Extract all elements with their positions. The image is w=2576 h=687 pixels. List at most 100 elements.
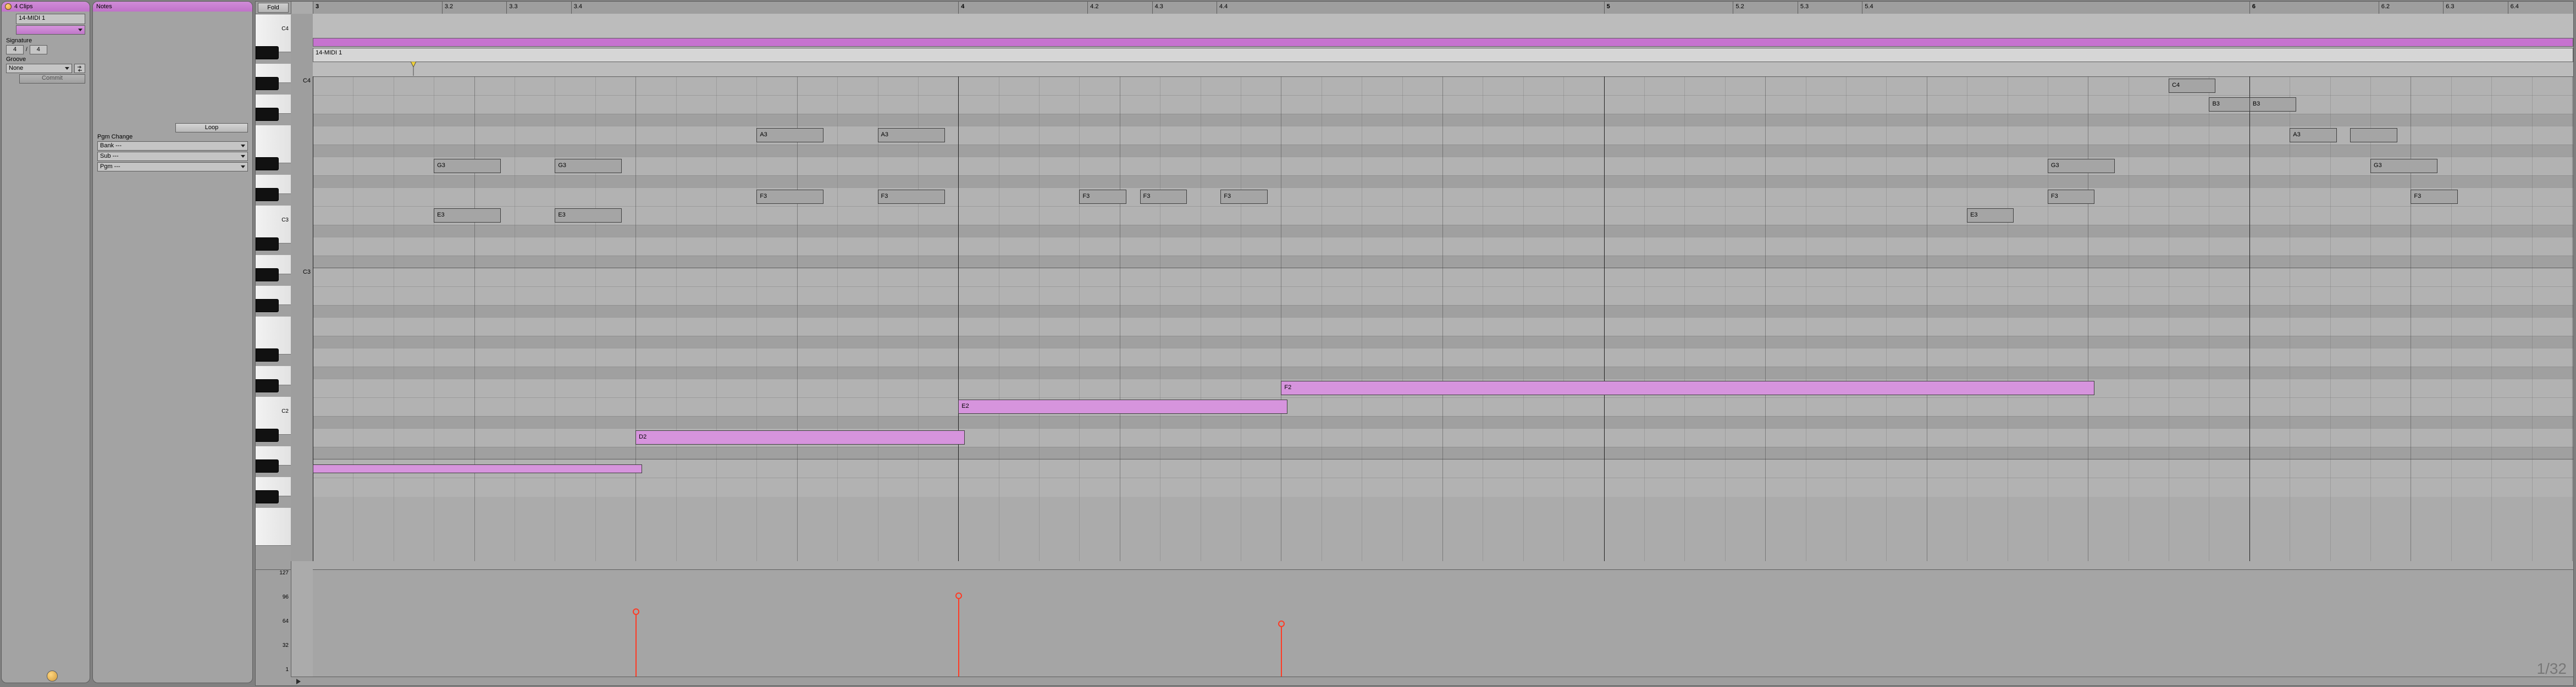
help-icon[interactable]: [47, 671, 58, 682]
pitch-row: [313, 76, 2573, 96]
piano-black-key[interactable]: [256, 188, 279, 201]
clip-color-dropdown[interactable]: [16, 25, 85, 35]
gridline: [837, 76, 838, 561]
midi-note[interactable]: G3: [555, 159, 622, 173]
midi-note[interactable]: E3: [555, 208, 622, 223]
midi-note[interactable]: F3: [878, 190, 945, 204]
play-marker-icon: [410, 62, 417, 76]
piano-black-key[interactable]: [256, 348, 279, 362]
pitch-row: [313, 348, 2573, 367]
pgm-dropdown[interactable]: Pgm ---: [97, 162, 248, 171]
velocity-handle[interactable]: [955, 592, 962, 599]
pitch-row: [313, 459, 2573, 478]
piano-white-key[interactable]: [256, 317, 291, 336]
piano-black-key[interactable]: [256, 299, 279, 312]
ruler-tick-major: 4: [958, 2, 966, 14]
midi-note[interactable]: C4: [2169, 79, 2215, 93]
hot-swap-button[interactable]: [74, 64, 85, 73]
gridline: [2491, 76, 2492, 561]
gridline: [1563, 76, 1564, 561]
loop-button[interactable]: Loop: [175, 123, 248, 132]
play-marker[interactable]: [410, 62, 417, 76]
midi-note[interactable]: D2: [635, 430, 965, 445]
midi-note[interactable]: E2: [958, 400, 1287, 414]
note-grid[interactable]: C4B3B3A3A3A3G3G3G3G3F3F3F3F3F3F3F3E3E3E3…: [313, 76, 2573, 561]
timeline-ruler[interactable]: 34563.23.33.44.24.34.45.25.35.46.26.36.4: [313, 2, 2573, 14]
piano-black-key[interactable]: [256, 268, 279, 281]
pitch-row: [313, 157, 2573, 176]
loop-brace[interactable]: [313, 38, 2573, 47]
notes-panel-header[interactable]: Notes: [93, 2, 252, 12]
sub-dropdown[interactable]: Sub ---: [97, 152, 248, 161]
midi-note[interactable]: F2: [1281, 381, 2094, 395]
piano-key-label: C2: [281, 408, 289, 414]
clip-panel-header[interactable]: 4 Clips: [2, 2, 90, 12]
piano-roll-keyboard[interactable]: C4 C3 C2: [256, 14, 291, 561]
midi-note[interactable]: G3: [434, 159, 501, 173]
pitch-row: [313, 416, 2573, 429]
piano-black-key[interactable]: [256, 157, 279, 170]
play-icon[interactable]: [296, 679, 301, 684]
piano-white-key[interactable]: C3: [256, 206, 291, 225]
commit-button[interactable]: Commit: [19, 74, 85, 84]
midi-note[interactable]: F3: [1079, 190, 1126, 204]
velocity-handle[interactable]: [1278, 620, 1285, 627]
groove-dropdown[interactable]: None: [6, 64, 72, 73]
midi-note[interactable]: F3: [2411, 190, 2457, 204]
piano-black-key[interactable]: [256, 459, 279, 473]
midi-note[interactable]: A3: [878, 128, 945, 142]
piano-black-key[interactable]: [256, 108, 279, 121]
clip-name-bar[interactable]: 14-MIDI 1: [313, 48, 2573, 62]
piano-white-key[interactable]: C2: [256, 397, 291, 416]
midi-note[interactable]: F3: [1140, 190, 1187, 204]
clip-color-chip[interactable]: [5, 3, 12, 10]
velocity-ruler-label: 1: [285, 667, 289, 673]
velocity-lane[interactable]: [313, 569, 2573, 677]
midi-note[interactable]: A3: [2290, 128, 2336, 142]
clip-region-lane[interactable]: 14-MIDI 1: [313, 14, 2573, 77]
midi-note[interactable]: [313, 464, 642, 473]
midi-note[interactable]: B3: [2249, 97, 2296, 112]
midi-note[interactable]: A3: [756, 128, 823, 142]
piano-black-key[interactable]: [256, 379, 279, 392]
velocity-stem[interactable]: [1281, 627, 1282, 677]
piano-black-key[interactable]: [256, 429, 279, 442]
gridline: [595, 76, 596, 561]
piano-white-key[interactable]: C4: [256, 14, 291, 34]
midi-note[interactable]: F3: [1220, 190, 1267, 204]
ruler-tick-minor: 4.3: [1152, 2, 1165, 14]
groove-row: None: [6, 64, 85, 73]
bank-dropdown[interactable]: Bank ---: [97, 141, 248, 151]
piano-white-key[interactable]: [256, 125, 291, 145]
bottom-scrollbar[interactable]: [291, 677, 2573, 685]
midi-note[interactable]: F3: [756, 190, 823, 204]
piano-white-key[interactable]: [256, 508, 291, 527]
signature-row: 4 / 4: [6, 45, 85, 54]
pitch-row: [313, 206, 2573, 225]
gridline: [797, 76, 798, 561]
grid-resolution-label: 1/32: [2537, 660, 2567, 678]
midi-note[interactable]: F3: [2048, 190, 2094, 204]
sig-denominator[interactable]: 4: [30, 45, 47, 54]
fold-button[interactable]: Fold: [258, 3, 289, 13]
piano-black-key[interactable]: [256, 237, 279, 251]
piano-black-key[interactable]: [256, 490, 279, 503]
gridline: [676, 76, 677, 561]
sig-numerator[interactable]: 4: [6, 45, 24, 54]
midi-note[interactable]: G3: [2370, 159, 2437, 173]
piano-white-key[interactable]: [256, 527, 291, 546]
velocity-stem[interactable]: [958, 599, 959, 677]
midi-note[interactable]: E3: [434, 208, 501, 223]
pitch-row: [313, 114, 2573, 126]
midi-note[interactable]: E3: [1967, 208, 2014, 223]
piano-black-key[interactable]: [256, 77, 279, 90]
midi-note[interactable]: [2350, 128, 2397, 142]
velocity-stem[interactable]: [635, 615, 637, 677]
piano-black-key[interactable]: [256, 46, 279, 59]
gridline: [756, 76, 757, 561]
velocity-handle[interactable]: [633, 608, 639, 615]
clip-name-field[interactable]: 14-MIDI 1: [16, 14, 85, 24]
ruler-tick-minor: 5.2: [1733, 2, 1746, 14]
midi-note[interactable]: G3: [2048, 159, 2115, 173]
velocity-ruler-label: 96: [283, 594, 289, 600]
